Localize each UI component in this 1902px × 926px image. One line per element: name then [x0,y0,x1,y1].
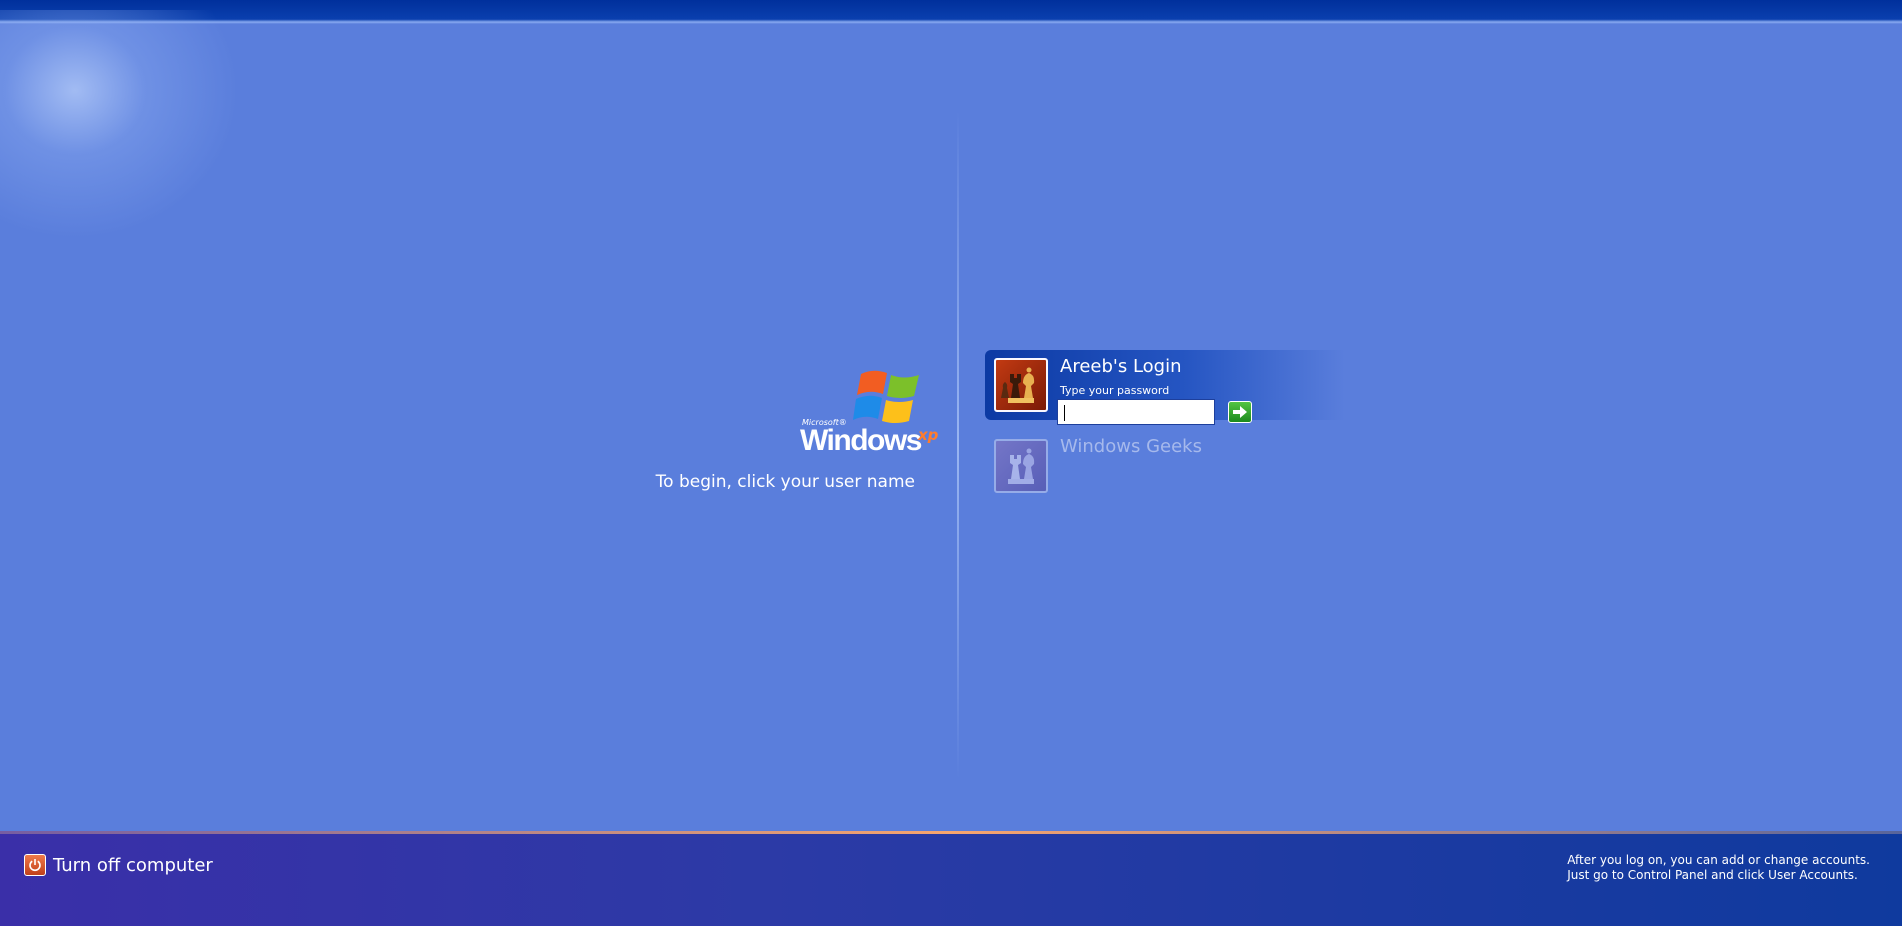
turn-off-computer-button[interactable]: Turn off computer [24,852,213,878]
user-tile-windows-geeks[interactable]: Windows Geeks [985,432,1285,493]
account-info-text: After you log on, you can add or change … [1567,853,1870,883]
power-icon[interactable] [24,854,46,876]
windows-label: Windows [800,424,922,457]
center-divider [957,110,959,780]
go-arrow-icon [1233,406,1247,418]
account-info-line: After you log on, you can add or change … [1567,853,1870,867]
account-info-line: Just go to Control Panel and click User … [1567,868,1858,882]
turn-off-label[interactable]: Turn off computer [53,855,213,876]
instruction-text: To begin, click your user name [655,472,915,492]
user-avatar[interactable] [994,358,1048,412]
password-hint: Type your password [1060,384,1170,397]
chess-pieces-picture [1008,448,1035,484]
user-tile-areeb[interactable]: Areeb's Login Type your password [985,350,1345,425]
windows-xp-logo: Microsoft® Windows xp [800,368,945,458]
go-button[interactable] [1228,401,1252,423]
top-bar [0,0,1902,24]
text-caret [1064,405,1065,421]
user-avatar[interactable] [994,439,1048,493]
power-symbol-glyph [29,859,41,872]
bottom-bar-accent-line [0,831,1902,834]
light-glow [0,10,240,240]
password-field[interactable] [1057,399,1215,425]
windows-flag-icon [853,370,919,423]
user-name-areeb[interactable]: Areeb's Login [1060,356,1182,377]
user-name-windows-geeks[interactable]: Windows Geeks [1060,436,1202,457]
xp-label: xp [918,426,939,444]
chess-pieces-picture [1001,367,1035,403]
